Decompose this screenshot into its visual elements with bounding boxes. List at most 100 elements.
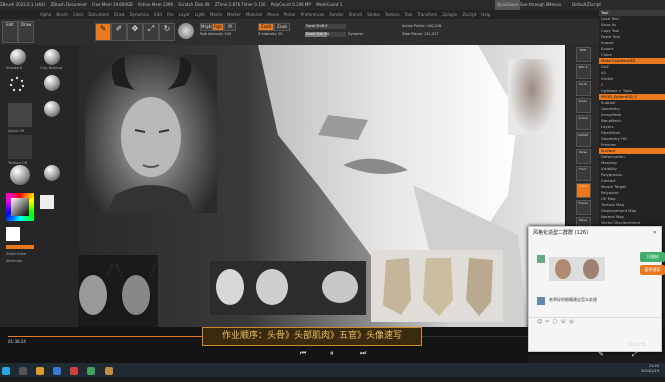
shelf-button[interactable]: BPR (575, 47, 591, 62)
search-icon[interactable] (19, 367, 28, 375)
focal-shift-slider[interactable]: Focal Shift 0 (305, 24, 346, 29)
browser-icon[interactable] (53, 367, 62, 375)
menu-item[interactable]: File (167, 12, 174, 17)
previous-icon[interactable]: ⏮ (300, 349, 306, 358)
menu-item[interactable]: Stencil (349, 12, 363, 17)
file-explorer-icon[interactable] (36, 367, 45, 375)
menu-item[interactable]: Brush (56, 12, 68, 17)
shelf-button[interactable]: SPix 3 (575, 64, 591, 79)
draw-size-slider[interactable]: Draw Size 64 (305, 32, 346, 37)
menu-item[interactable]: Zscript (462, 12, 476, 17)
fullscreen-icon[interactable]: ⤢ (632, 350, 638, 359)
rgb-button[interactable]: Rgb (212, 23, 224, 31)
title-item: PolyCount 0.196 MP (270, 2, 311, 7)
move-mode-button[interactable]: ✥ (127, 23, 143, 41)
dynamic-toggle[interactable]: Dynamic (348, 32, 363, 36)
rotate-icon: ↻ (163, 24, 171, 33)
move-brush-icon[interactable] (44, 101, 60, 117)
edit-button[interactable]: Edit (2, 21, 18, 43)
shelf-button[interactable]: Actual (575, 115, 591, 130)
edit-mode-button[interactable]: ✎ (95, 23, 111, 41)
zsub-button[interactable]: Zsub (274, 23, 290, 31)
mrgb-button[interactable]: Mrgb (200, 23, 212, 31)
next-icon[interactable]: ⏭ (360, 349, 366, 358)
color-picker[interactable] (6, 193, 34, 221)
rgb-intensity-slider[interactable]: Rgb Intensity 100 (200, 32, 248, 36)
damstandard-brush-icon[interactable] (44, 75, 60, 91)
chat-text-message: 老师好的眼睛建议怎么处理 (549, 297, 597, 302)
menu-item[interactable]: Marker (227, 12, 241, 17)
switchcolor-label[interactable]: SwitchColor (6, 252, 27, 256)
main-color-swatch[interactable] (40, 195, 54, 209)
shelf-button[interactable]: Scroll (575, 81, 591, 96)
default-zscript-button[interactable]: DefaultZScript (572, 0, 601, 10)
menu-item[interactable]: Document (88, 12, 109, 17)
clock[interactable]: 21:03 2024/1/19 (641, 364, 659, 374)
reference-planes-heads-images (371, 250, 503, 322)
pause-icon[interactable]: ⏸ (330, 349, 334, 358)
draw-button[interactable]: Draw (18, 21, 34, 43)
quicksave-button[interactable]: QuickSave (495, 0, 521, 10)
menu-item[interactable]: Picker (284, 12, 296, 17)
menu-item[interactable]: Dynamics (130, 12, 150, 17)
z-intensity-slider[interactable]: Z Intensity 25 (258, 32, 298, 36)
menus-button[interactable]: Menus (548, 0, 561, 10)
secondary-color-swatch[interactable] (6, 227, 20, 241)
chat-app-icon[interactable] (87, 367, 96, 375)
clay-buildup-brush-icon[interactable] (44, 49, 60, 65)
chat-window[interactable]: 风格化造型二群群 (126) ✕ 老师好的眼睛建议怎么处理 ☺✂▢☏◎ (528, 226, 662, 352)
close-icon[interactable]: ✕ (653, 230, 657, 236)
shelf-button[interactable]: Frame (575, 200, 591, 215)
alternate-label[interactable]: Alternate (6, 259, 22, 263)
menu-item[interactable]: Texture (385, 12, 400, 17)
menu-item[interactable]: Zplugin (442, 12, 457, 17)
menu-item[interactable]: Transform (417, 12, 437, 17)
menu-item[interactable]: Light (195, 12, 205, 17)
side-tag[interactable]: 客多搜索 (640, 265, 665, 275)
menu-item[interactable]: Stroke (367, 12, 380, 17)
total-points-readout: Total Points: 141,227 (402, 32, 439, 36)
side-tag[interactable]: 只限制 (640, 252, 665, 262)
menu-item[interactable]: Alpha (40, 12, 51, 17)
see-through-slider[interactable]: See-through 0 (520, 0, 548, 10)
menu-item[interactable]: Layer (179, 12, 190, 17)
edit-icon[interactable]: ✎ (598, 350, 604, 358)
document-canvas[interactable] (78, 45, 565, 327)
menu-item[interactable]: Tool (405, 12, 413, 17)
m-button[interactable]: M (224, 23, 236, 31)
shelf-button[interactable]: Local (575, 183, 591, 198)
alpha-off-swatch[interactable] (8, 103, 32, 127)
menu-item[interactable]: Help (481, 12, 490, 17)
shelf-button[interactable]: AAHalf (575, 132, 591, 147)
basic-material-icon[interactable] (44, 165, 60, 181)
menu-item[interactable]: Color (73, 12, 83, 17)
matcap-material-icon[interactable] (10, 165, 30, 185)
menu-item[interactable]: Render (329, 12, 343, 17)
zbrush-icon[interactable] (104, 367, 113, 375)
shelf-button[interactable]: Zoom (575, 98, 591, 113)
menu-item[interactable]: Preferences (301, 12, 325, 17)
scale-mode-button[interactable]: ⤢ (143, 23, 159, 41)
rotate-mode-button[interactable]: ↻ (159, 23, 175, 41)
chat-toolbar-icons[interactable]: ☺✂▢☏◎ (537, 319, 577, 325)
menu-item[interactable]: Edit (154, 12, 162, 17)
chat-image-message[interactable] (549, 257, 605, 281)
menu-item[interactable]: Macro (210, 12, 222, 17)
menu-item[interactable]: Material (246, 12, 262, 17)
shelf-button[interactable]: Persp (575, 149, 591, 164)
reference-head-bust-image (508, 59, 556, 135)
stroke-dots-icon[interactable] (8, 75, 26, 93)
draw-mode-button[interactable]: ✐ (111, 23, 127, 41)
reference-portrait-image (85, 55, 217, 213)
horned-woman-portrait (107, 57, 195, 213)
windows-start-icon[interactable] (2, 367, 10, 375)
zadd-button[interactable]: Zadd (258, 23, 274, 31)
app-icon[interactable] (70, 367, 79, 375)
menu-item[interactable]: Movie (267, 12, 279, 17)
gradient-toggle[interactable] (6, 245, 34, 249)
standard-brush-icon[interactable] (10, 49, 26, 65)
texture-off-swatch[interactable] (8, 135, 32, 159)
material-sphere-icon[interactable] (178, 23, 194, 39)
menu-item[interactable]: Draw (114, 12, 124, 17)
shelf-button[interactable]: Floor (575, 166, 591, 181)
